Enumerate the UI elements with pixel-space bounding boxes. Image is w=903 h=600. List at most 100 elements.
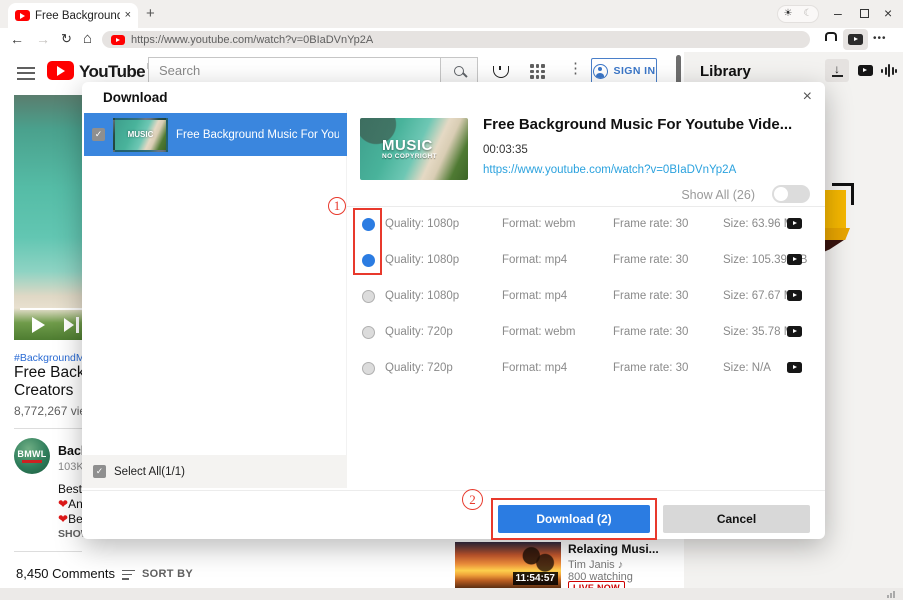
description-line: ❤An <box>58 497 83 511</box>
library-audio-tab[interactable] <box>877 59 901 82</box>
window-close-button[interactable]: × <box>884 6 892 20</box>
divider <box>82 490 825 491</box>
video-url-link[interactable]: https://www.youtube.com/watch?v=0BIaDVnY… <box>483 164 736 176</box>
more-options-icon[interactable]: ⋮ <box>568 61 583 76</box>
show-all-toggle[interactable] <box>772 185 810 203</box>
quality-row[interactable]: Quality: 1080p Format: mp4 Frame rate: 3… <box>347 243 825 279</box>
search-icon <box>454 66 464 76</box>
sort-by-button[interactable]: SORT BY <box>142 568 193 580</box>
quality-row[interactable]: Quality: 720p Format: mp4 Frame rate: 30… <box>347 351 825 387</box>
dialog-close-icon[interactable]: × <box>803 88 812 106</box>
search-input[interactable] <box>148 57 440 84</box>
sign-in-button[interactable]: SIGN IN <box>591 58 657 84</box>
quality-row[interactable]: Quality: 1080p Format: mp4 Frame rate: 3… <box>347 279 825 315</box>
minimize-button[interactable]: – <box>834 6 842 20</box>
video-duration: 00:03:35 <box>483 144 528 156</box>
sign-in-label: SIGN IN <box>614 65 656 77</box>
window-titlebar: Free Background Mus × + ☀ ☾ – × <box>0 0 903 28</box>
download-icon: ↓ <box>832 64 843 77</box>
cancel-button[interactable]: Cancel <box>663 505 810 533</box>
video-format-icon <box>787 362 802 373</box>
play-icon[interactable] <box>32 317 45 333</box>
video-list-item[interactable]: ✓ MUSIC Free Background Music For Youtu.… <box>84 113 347 156</box>
browser-menu-icon[interactable]: ••• <box>873 34 887 44</box>
video-format-icon <box>787 254 802 265</box>
video-detail-title: Free Background Music For Youtube Vide..… <box>483 116 813 133</box>
video-format-icon <box>787 290 802 301</box>
media-download-button[interactable] <box>843 29 868 50</box>
item-title: Free Background Music For Youtu... <box>176 129 339 141</box>
youtube-logo-icon[interactable] <box>47 61 74 80</box>
sort-icon[interactable] <box>122 567 135 582</box>
bottom-strip <box>0 588 903 600</box>
item-checkbox[interactable]: ✓ <box>92 128 105 141</box>
video-format-icon <box>787 326 802 337</box>
download-dialog: Download × ✓ MUSIC Free Background Music… <box>82 82 825 539</box>
quality-radio[interactable] <box>362 326 375 339</box>
divider <box>14 428 82 429</box>
dialog-title: Download <box>103 90 168 105</box>
tab-title: Free Background Mus <box>35 10 120 22</box>
duration-badge: 11:54:57 <box>513 572 558 585</box>
video-detail-thumbnail: MUSIC NO COPYRIGHT <box>360 118 468 180</box>
annotation-rect-download <box>491 498 657 540</box>
toggle-knob <box>774 187 788 201</box>
person-icon <box>593 64 608 79</box>
back-button[interactable]: ← <box>10 32 24 46</box>
select-all-bar: ✓ Select All(1/1) <box>82 455 347 488</box>
forward-button[interactable]: → <box>36 32 50 46</box>
annotation-step-2: 2 <box>462 489 483 510</box>
video-icon <box>858 65 873 76</box>
library-downloads-tab[interactable]: ↓ <box>825 59 849 82</box>
theme-toggle[interactable]: ☀ ☾ <box>777 5 819 23</box>
channel-avatar[interactable]: BMWL <box>14 438 50 474</box>
select-all-label: Select All(1/1) <box>114 466 185 478</box>
comments-count: 8,450 Comments <box>16 566 115 581</box>
apps-grid-icon[interactable] <box>530 64 545 79</box>
app-window: Free Background Mus × + ☀ ☾ – × ← → ↻ ⌂ … <box>0 0 903 600</box>
audio-wave-icon <box>881 64 897 77</box>
hamburger-menu-icon[interactable] <box>17 63 35 83</box>
description-text: Best <box>58 482 82 496</box>
heart-icon: ❤ <box>58 497 68 511</box>
item-thumbnail: MUSIC <box>113 118 168 152</box>
quality-list: Quality: 1080p Format: webm Frame rate: … <box>347 207 825 387</box>
url-bar[interactable]: https://www.youtube.com/watch?v=0BIaDVnY… <box>102 31 810 48</box>
quality-row[interactable]: Quality: 1080p Format: webm Frame rate: … <box>347 207 825 243</box>
subscriber-count: 103K <box>58 461 84 473</box>
select-all-checkbox[interactable]: ✓ <box>93 465 106 478</box>
search-button[interactable] <box>440 57 478 84</box>
video-list-panel <box>82 110 347 487</box>
quality-radio[interactable] <box>362 290 375 303</box>
home-button[interactable]: ⌂ <box>83 31 92 46</box>
browser-toolbar: ← → ↻ ⌂ https://www.youtube.com/watch?v=… <box>0 28 903 52</box>
heart-icon: ❤ <box>58 512 68 526</box>
light-theme-icon[interactable]: ☀ <box>778 6 798 22</box>
video-title-line2: Creators <box>14 382 73 400</box>
maximize-button[interactable] <box>860 9 869 18</box>
youtube-logo-text[interactable]: YouTubeHK <box>79 62 158 82</box>
quality-radio[interactable] <box>362 362 375 375</box>
show-all-label: Show All (26) <box>681 188 755 202</box>
video-format-icon <box>787 218 802 229</box>
next-icon[interactable] <box>64 317 79 333</box>
dark-theme-icon[interactable]: ☾ <box>798 6 818 22</box>
suggested-video-thumbnail[interactable]: 11:54:57 <box>455 542 561 588</box>
annotation-step-1: 1 <box>328 197 346 215</box>
browser-tab[interactable]: Free Background Mus × <box>8 3 138 28</box>
description-line: ❤Be <box>58 512 83 526</box>
video-download-icon <box>848 34 863 45</box>
youtube-favicon <box>15 10 30 21</box>
suggested-channel[interactable]: Tim Janis ♪ <box>568 559 623 571</box>
quality-row[interactable]: Quality: 720p Format: webm Frame rate: 3… <box>347 315 825 351</box>
tab-close-icon[interactable]: × <box>125 10 131 21</box>
new-tab-button[interactable]: + <box>146 6 155 21</box>
url-text: https://www.youtube.com/watch?v=0BIaDVnY… <box>131 34 373 46</box>
divider <box>14 551 82 552</box>
library-title: Library <box>700 63 751 80</box>
refresh-button[interactable]: ↻ <box>61 32 72 45</box>
annotation-rect-radios <box>353 208 382 275</box>
library-video-tab[interactable] <box>853 59 877 82</box>
suggested-video-title[interactable]: Relaxing Musi... <box>568 542 659 556</box>
youtube-favicon <box>111 35 125 45</box>
